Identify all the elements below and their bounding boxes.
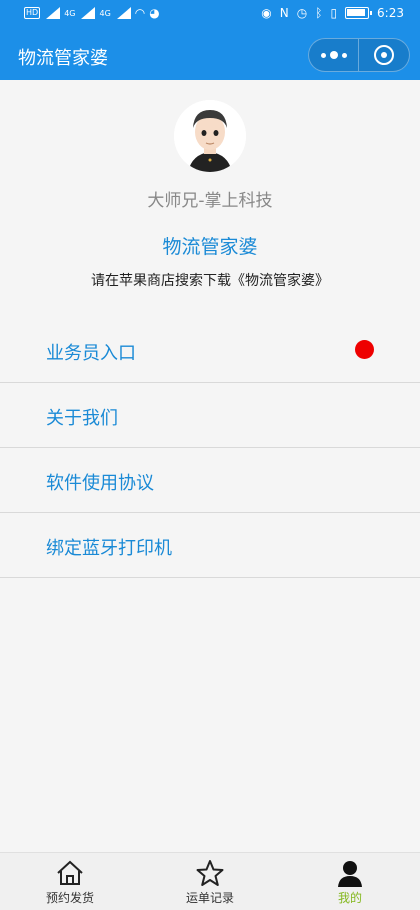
more-dot-icon xyxy=(320,52,326,58)
wifi-icon: ◠ xyxy=(134,6,146,20)
page-title: 物流管家婆 xyxy=(18,48,108,69)
hd-icon: HD xyxy=(24,7,41,19)
menu-item-about[interactable]: 关于我们 xyxy=(0,383,420,448)
eye-icon: ◉ xyxy=(261,6,272,20)
more-dot-icon xyxy=(329,51,338,59)
tab-label: 运单记录 xyxy=(185,891,234,905)
tab-label: 我的 xyxy=(337,891,362,905)
menu-item-label: 软件使用协议 xyxy=(46,473,154,494)
vibrate-icon: ▯ xyxy=(330,6,338,20)
menu-item-salesperson[interactable]: 业务员入口 xyxy=(0,318,420,383)
tab-label: 预约发货 xyxy=(45,891,94,905)
status-bar: HD 4G 4G ◠ ◕ ◉ N ◷ ᛒ ▯ 6:23 xyxy=(0,0,420,32)
tab-mine[interactable]: 我的 xyxy=(280,853,420,910)
menu-item-label: 绑定蓝牙打印机 xyxy=(46,538,172,559)
target-icon xyxy=(374,45,394,65)
signal-icon xyxy=(44,7,61,19)
avatar xyxy=(174,100,246,172)
menu-item-agreement[interactable]: 软件使用协议 xyxy=(0,448,420,513)
tab-booking[interactable]: 预约发货 xyxy=(0,853,140,910)
signal-icon-2 xyxy=(79,7,96,19)
menu-item-label: 关于我们 xyxy=(46,408,118,429)
menu-item-bluetooth-printer[interactable]: 绑定蓝牙打印机 xyxy=(0,513,420,578)
username: 大师兄-掌上科技 xyxy=(147,191,273,211)
status-left: HD 4G 4G ◠ ◕ xyxy=(24,6,160,20)
star-icon xyxy=(196,860,224,886)
notification-badge xyxy=(355,340,374,359)
more-dot-icon xyxy=(341,52,347,58)
tab-waybill-records[interactable]: 运单记录 xyxy=(140,853,280,910)
nfc-icon: N xyxy=(279,6,289,20)
close-button[interactable] xyxy=(359,39,409,71)
person-icon xyxy=(338,861,362,887)
menu-list: 业务员入口 关于我们 软件使用协议 绑定蓝牙打印机 xyxy=(0,318,420,578)
clock: 6:23 xyxy=(377,6,404,20)
home-icon xyxy=(57,860,83,885)
tab-bar: 预约发货 运单记录 我的 xyxy=(0,852,420,910)
battery-icon xyxy=(345,7,373,19)
avatar-icon xyxy=(174,100,246,172)
wechat-icon: ◕ xyxy=(149,6,160,20)
network-label-2: 4G xyxy=(99,8,111,18)
alarm-icon: ◷ xyxy=(296,6,308,20)
menu-item-label: 业务员入口 xyxy=(46,343,136,364)
bluetooth-icon: ᛒ xyxy=(315,6,323,20)
download-tip: 请在苹果商店搜索下载《物流管家婆》 xyxy=(91,273,329,289)
signal-icon-3 xyxy=(115,7,131,19)
app-name: 物流管家婆 xyxy=(162,236,258,258)
network-label-1: 4G xyxy=(64,8,76,18)
more-button[interactable] xyxy=(309,39,360,71)
mini-program-capsule xyxy=(308,38,410,72)
app-header: 物流管家婆 xyxy=(0,32,420,80)
status-right: ◉ N ◷ ᛒ ▯ 6:23 xyxy=(261,6,404,20)
